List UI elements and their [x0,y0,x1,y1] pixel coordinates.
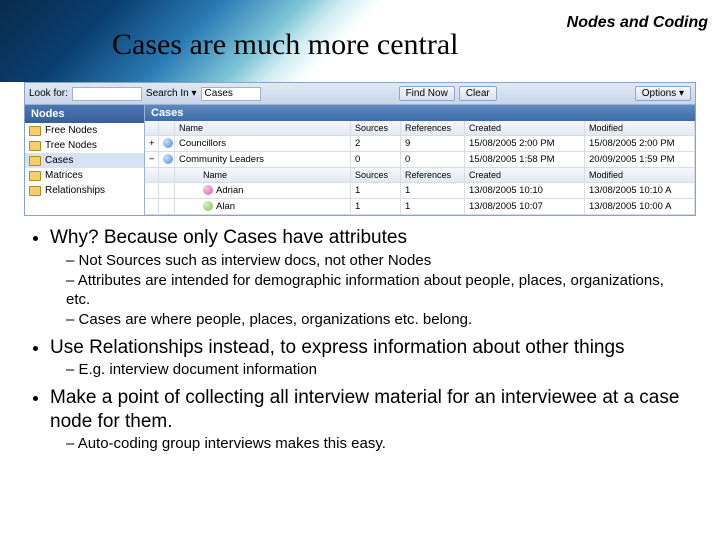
folder-icon [29,186,41,196]
app-screenshot: Look for: Search In ▾ Find Now Clear Opt… [24,82,696,216]
bullet-1: Why? Because only Cases have attributes [50,226,692,250]
bullet-3a: Auto-coding group interviews makes this … [66,435,692,454]
col-name[interactable]: Name [175,121,351,135]
folder-icon [29,156,41,166]
slide-title: Cases are much more central [112,28,459,62]
main-panel: Cases Name Sources References Created Mo… [145,105,695,215]
col-modified[interactable]: Modified [585,121,695,135]
nav-item-free-nodes[interactable]: Free Nodes [25,123,144,138]
bullet-content: Why? Because only Cases have attributes … [0,216,720,454]
nav-item-cases[interactable]: Cases [25,153,144,168]
nav-item-relationships[interactable]: Relationships [25,183,144,198]
slide-tagline: Nodes and Coding [567,14,708,32]
bullet-1c: Cases are where people, places, organiza… [66,311,692,330]
lookfor-input[interactable] [72,87,142,101]
nav-item-matrices[interactable]: Matrices [25,168,144,183]
nav-item-tree-nodes[interactable]: Tree Nodes [25,138,144,153]
table-row[interactable]: Adrian1113/08/2005 10:1013/08/2005 10:10… [145,183,695,199]
table-row[interactable]: Alan1113/08/2005 10:0713/08/2005 10:00 A [145,199,695,215]
options-button[interactable]: Options ▾ [635,86,691,101]
grid: Name Sources References Created Modified… [145,121,695,215]
col-references[interactable]: References [401,121,465,135]
col-sources[interactable]: Sources [351,121,401,135]
table-row[interactable]: −Community Leaders0015/08/2005 1:58 PM20… [145,152,695,168]
bullet-2: Use Relationships instead, to express in… [50,336,692,360]
person-icon [203,185,213,195]
find-button[interactable]: Find Now [399,86,455,101]
case-icon [163,138,173,148]
lookfor-label: Look for: [29,88,68,99]
clear-button[interactable]: Clear [459,86,497,101]
nav-panel: Nodes Free NodesTree NodesCasesMatricesR… [25,105,145,215]
col-created[interactable]: Created [465,121,585,135]
bullet-1b: Attributes are intended for demographic … [66,272,692,309]
toolbar: Look for: Search In ▾ Find Now Clear Opt… [25,83,695,105]
main-header: Cases [145,105,695,121]
searchin-input[interactable] [201,87,261,101]
table-row[interactable]: +Councillors2915/08/2005 2:00 PM15/08/20… [145,136,695,152]
bullet-3: Make a point of collecting all interview… [50,386,692,433]
case-icon [163,154,173,164]
folder-icon [29,171,41,181]
grid-header: Name Sources References Created Modified [145,121,695,136]
bullet-1a: Not Sources such as interview docs, not … [66,252,692,271]
nav-header: Nodes [25,105,144,123]
searchin-label[interactable]: Search In ▾ [146,88,197,99]
person-icon [203,201,213,211]
bullet-2a: E.g. interview document information [66,361,692,380]
sub-header: NameSourcesReferencesCreatedModified [145,168,695,183]
folder-icon [29,141,41,151]
banner: Nodes and Coding Cases are much more cen… [0,0,720,82]
folder-icon [29,126,41,136]
